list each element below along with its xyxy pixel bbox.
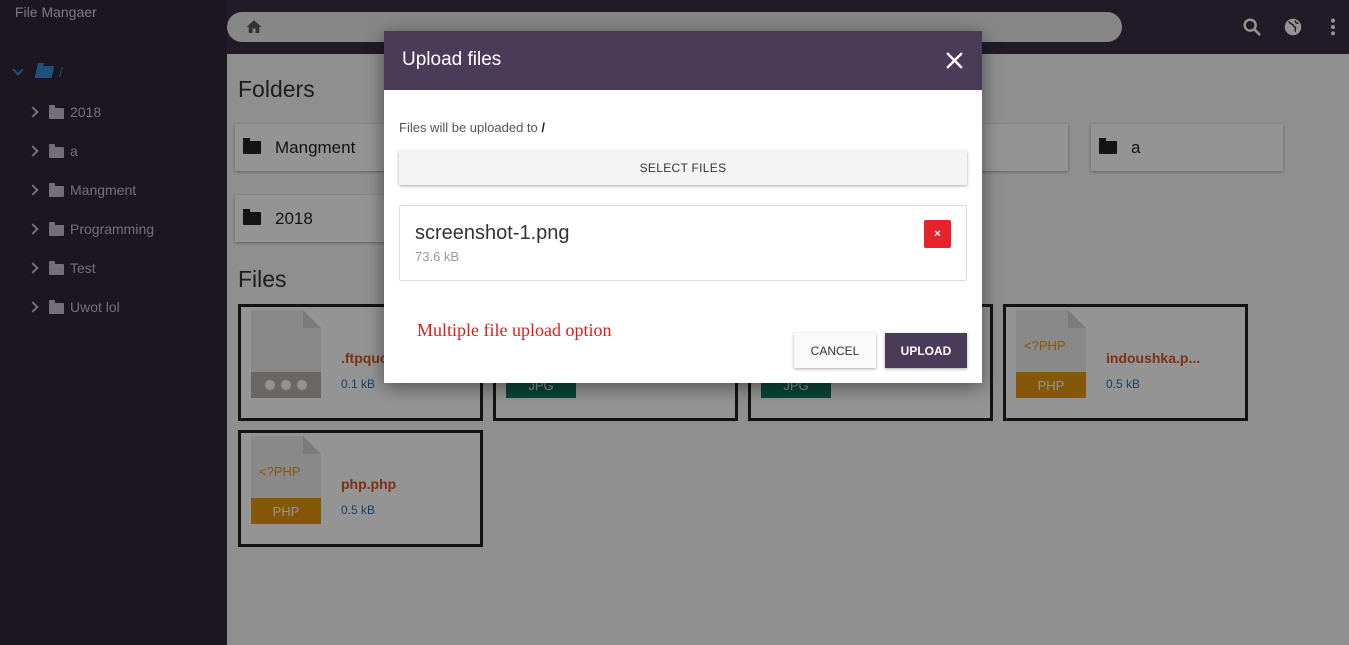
cancel-button[interactable]: CANCEL bbox=[794, 333, 876, 368]
selected-file-name: screenshot-1.png bbox=[415, 222, 570, 244]
annotation-text: Multiple file upload option bbox=[417, 320, 612, 340]
dialog-header: Upload files bbox=[384, 31, 982, 90]
upload-destination: Files will be uploaded to / bbox=[399, 120, 545, 135]
dialog-title: Upload files bbox=[402, 49, 502, 70]
close-icon[interactable] bbox=[945, 51, 964, 70]
remove-file-button[interactable]: × bbox=[924, 220, 951, 248]
selected-file-item: screenshot-1.png 73.6 kB × bbox=[399, 205, 967, 281]
upload-destination-label: Files will be uploaded to bbox=[399, 120, 538, 135]
upload-button[interactable]: UPLOAD bbox=[885, 333, 967, 368]
select-files-button[interactable]: SELECT FILES bbox=[399, 151, 967, 185]
upload-destination-path: / bbox=[541, 120, 545, 135]
upload-dialog: Upload files Files will be uploaded to /… bbox=[384, 31, 982, 383]
selected-file-size: 73.6 kB bbox=[415, 249, 460, 264]
